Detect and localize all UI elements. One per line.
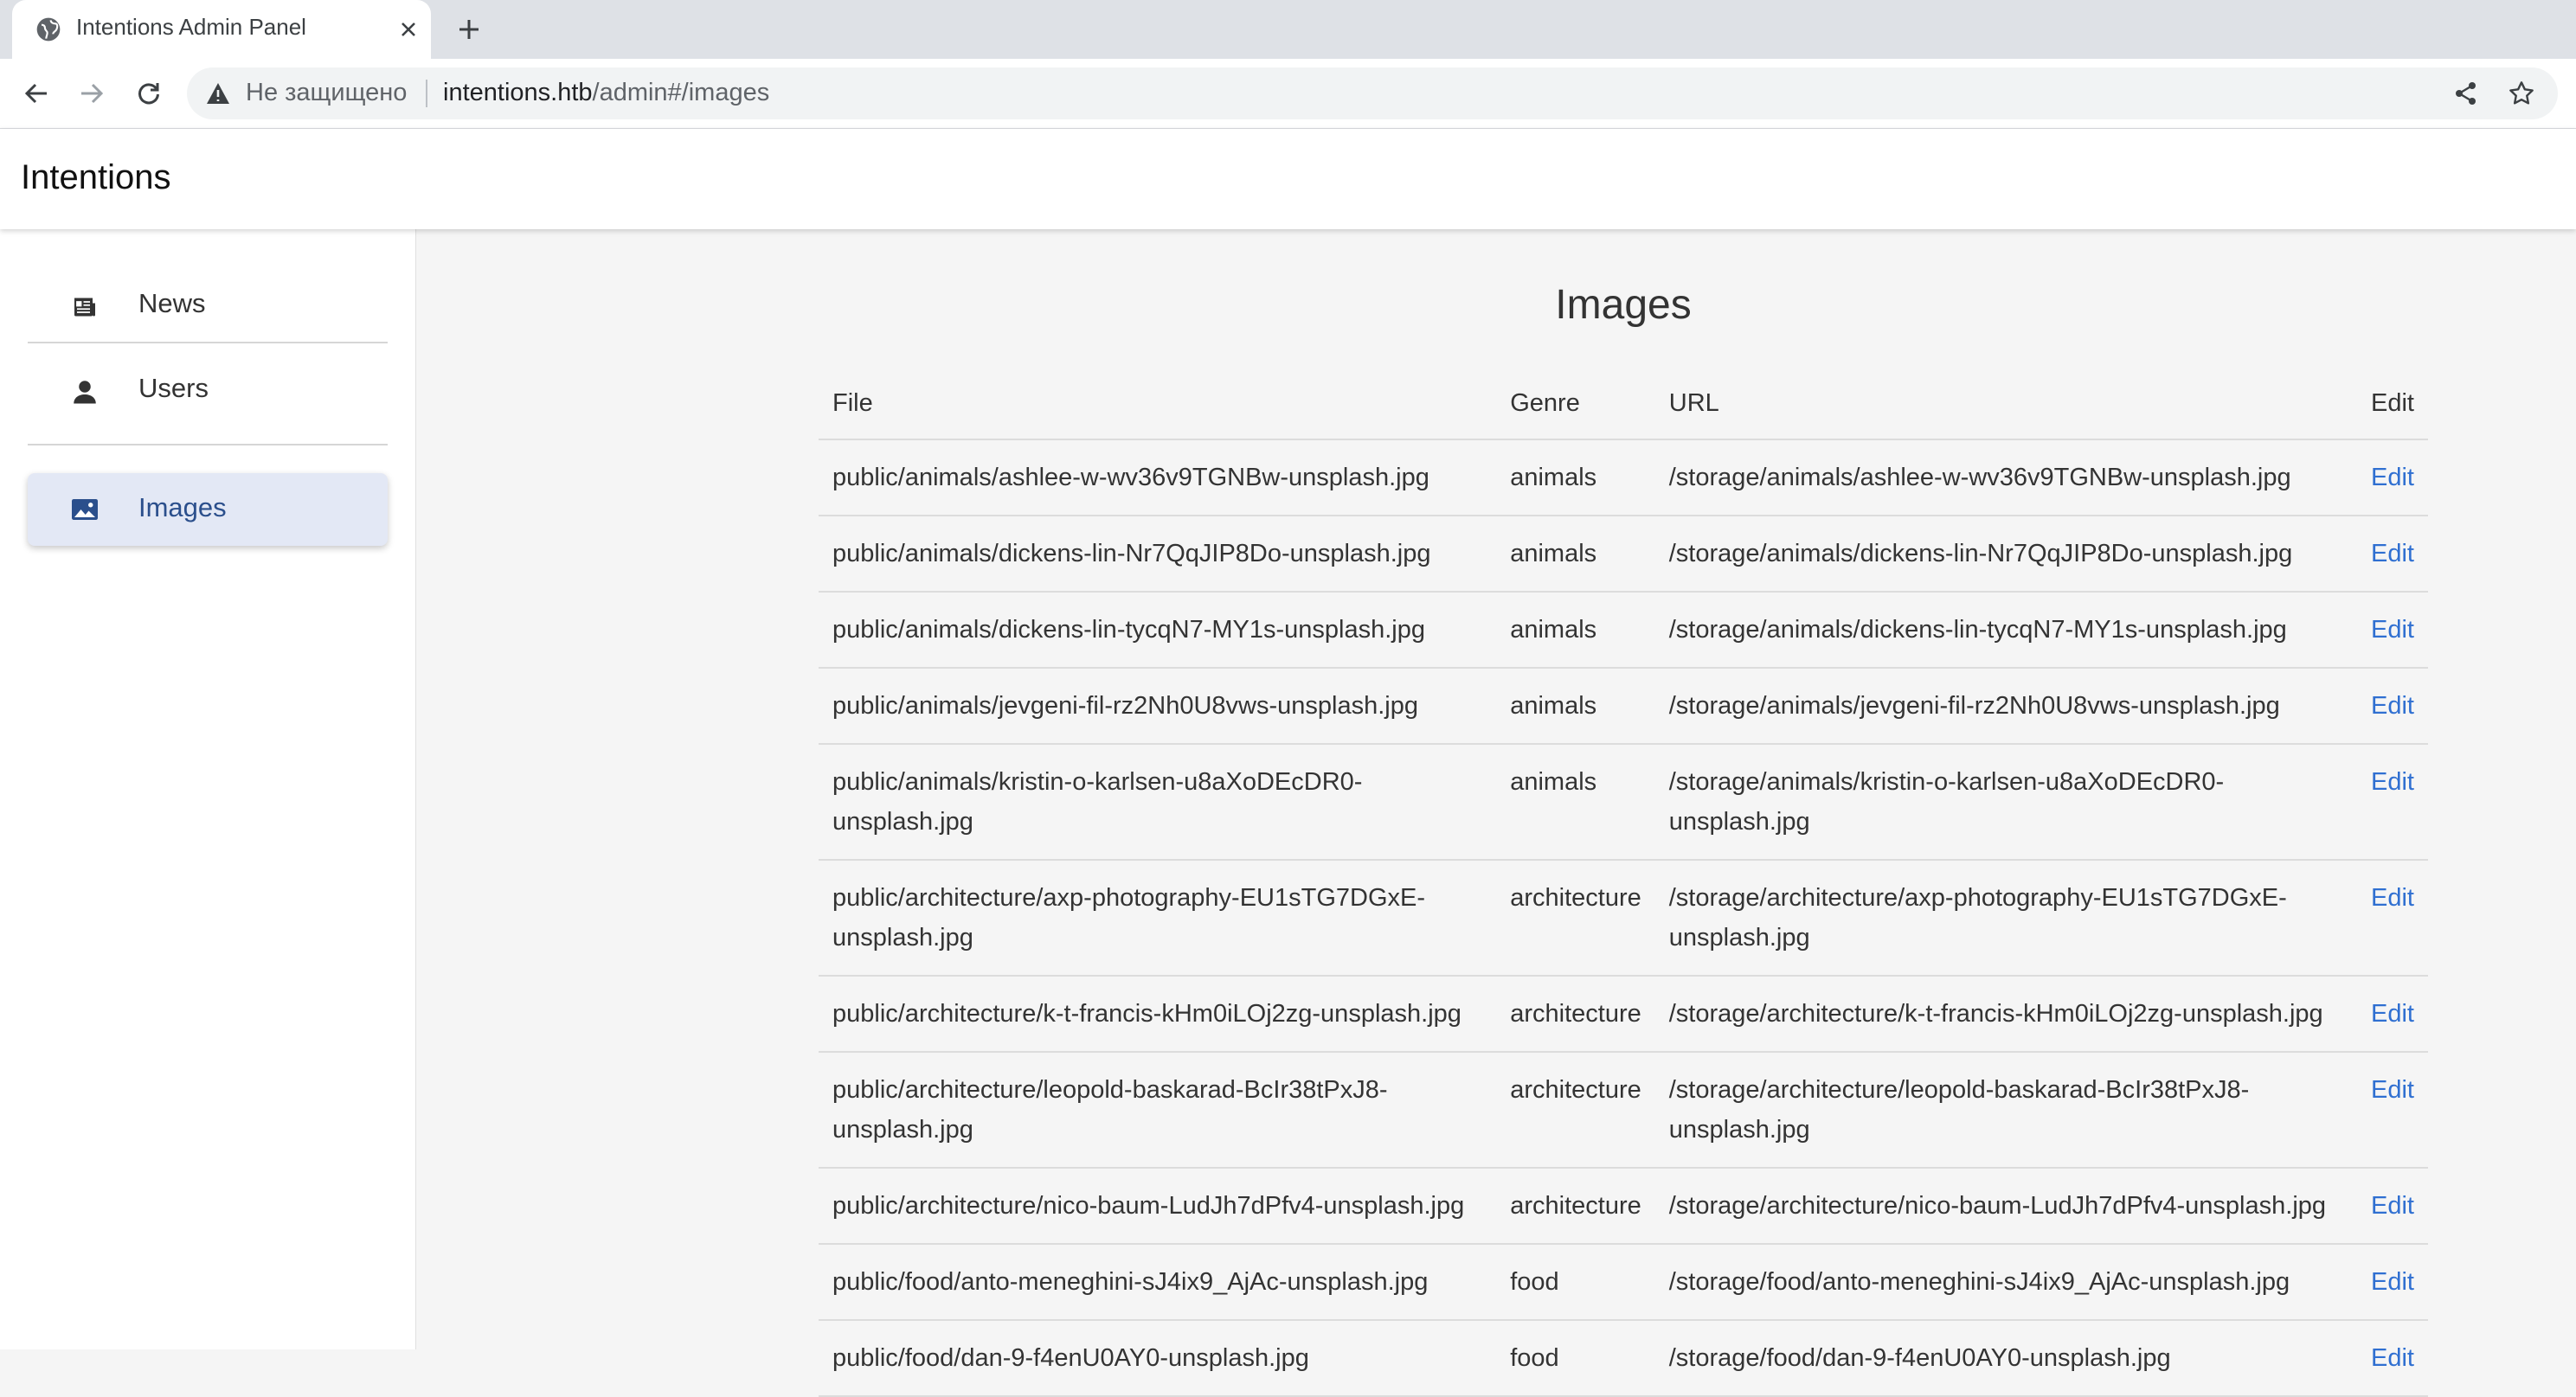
browser-tab[interactable]: Intentions Admin Panel xyxy=(12,0,431,59)
page-title: Images xyxy=(1555,282,1692,328)
edit-link[interactable]: Edit xyxy=(2371,1000,2414,1028)
genre-cell: food xyxy=(1496,1244,1655,1321)
sidebar-item-images[interactable]: Images xyxy=(28,473,388,546)
genre-cell: animals xyxy=(1496,668,1655,745)
edit-link[interactable]: Edit xyxy=(2371,692,2414,720)
images-table: File Genre URL Edit public/animals/ashle… xyxy=(819,368,2428,1397)
close-tab-icon[interactable] xyxy=(391,12,426,47)
table-row: public/animals/dickens-lin-tycqN7-MY1s-u… xyxy=(819,592,2428,669)
edit-link[interactable]: Edit xyxy=(2371,884,2414,912)
app-title: Intentions xyxy=(21,158,171,196)
file-cell: public/animals/ashlee-w-wv36v9TGNBw-unsp… xyxy=(819,439,1497,516)
file-cell: public/food/anto-meneghini-sJ4ix9_AjAc-u… xyxy=(819,1244,1497,1321)
edit-link[interactable]: Edit xyxy=(2371,1268,2414,1296)
sidebar-item-label: Users xyxy=(138,373,209,403)
table-row: public/animals/kristin-o-karlsen-u8aXoDE… xyxy=(819,744,2428,861)
sidebar-item-news[interactable]: News xyxy=(28,229,388,343)
table-row: public/animals/dickens-lin-Nr7QqJIP8Do-u… xyxy=(819,516,2428,593)
column-header-file: File xyxy=(819,368,1497,440)
newspaper-icon xyxy=(69,292,100,323)
url-path: /admin#/images xyxy=(592,79,770,106)
file-cell: public/animals/kristin-o-karlsen-u8aXoDE… xyxy=(819,744,1497,861)
edit-link[interactable]: Edit xyxy=(2371,540,2414,567)
edit-link[interactable]: Edit xyxy=(2371,768,2414,796)
genre-cell: food xyxy=(1496,1320,1655,1397)
file-cell: public/architecture/k-t-francis-kHm0iLOj… xyxy=(819,976,1497,1053)
url-cell: /storage/food/dan-9-f4enU0AY0-unsplash.j… xyxy=(1654,1320,2357,1397)
person-icon xyxy=(69,376,100,407)
genre-cell: animals xyxy=(1496,744,1655,861)
table-row: public/architecture/nico-baum-LudJh7dPfv… xyxy=(819,1168,2428,1245)
genre-cell: architecture xyxy=(1496,976,1655,1053)
genre-cell: architecture xyxy=(1496,860,1655,977)
url-host: intentions.htb xyxy=(443,79,593,106)
address-divider xyxy=(426,80,427,107)
file-cell: public/animals/jevgeni-fil-rz2Nh0U8vws-u… xyxy=(819,668,1497,745)
edit-link[interactable]: Edit xyxy=(2371,1192,2414,1220)
warning-icon[interactable] xyxy=(206,82,230,105)
globe-icon xyxy=(35,16,62,43)
tab-title: Intentions Admin Panel xyxy=(76,14,306,40)
file-cell: public/architecture/nico-baum-LudJh7dPfv… xyxy=(819,1168,1497,1245)
url-cell: /storage/architecture/k-t-francis-kHm0iL… xyxy=(1654,976,2357,1053)
back-arrow-icon[interactable] xyxy=(16,73,57,114)
url-cell: /storage/architecture/axp-photography-EU… xyxy=(1654,860,2357,977)
file-cell: public/architecture/axp-photography-EU1s… xyxy=(819,860,1497,977)
sidebar-item-users[interactable]: Users xyxy=(28,343,388,445)
genre-cell: architecture xyxy=(1496,1052,1655,1169)
sidebar-item-label: Images xyxy=(138,492,227,522)
browser-toolbar: Не защищено intentions.htb/admin#/images xyxy=(0,59,2576,129)
table-row: public/architecture/k-t-francis-kHm0iLOj… xyxy=(819,976,2428,1053)
sidebar: News Users Images xyxy=(0,229,416,1349)
url-cell: /storage/animals/ashlee-w-wv36v9TGNBw-un… xyxy=(1654,439,2357,516)
genre-cell: animals xyxy=(1496,439,1655,516)
file-cell: public/architecture/leopold-baskarad-BcI… xyxy=(819,1052,1497,1169)
edit-link[interactable]: Edit xyxy=(2371,616,2414,644)
url-cell: /storage/animals/dickens-lin-Nr7QqJIP8Do… xyxy=(1654,516,2357,593)
column-header-edit: Edit xyxy=(2356,368,2428,440)
url-cell: /storage/architecture/leopold-baskarad-B… xyxy=(1654,1052,2357,1169)
security-status[interactable]: Не защищено xyxy=(246,79,407,107)
table-row: public/architecture/leopold-baskarad-BcI… xyxy=(819,1052,2428,1169)
browser-tab-strip: Intentions Admin Panel xyxy=(0,0,2576,59)
url-cell: /storage/animals/kristin-o-karlsen-u8aXo… xyxy=(1654,744,2357,861)
table-row: public/food/dan-9-f4enU0AY0-unsplash.jpg… xyxy=(819,1320,2428,1397)
edit-link[interactable]: Edit xyxy=(2371,1076,2414,1104)
url-cell: /storage/food/anto-meneghini-sJ4ix9_AjAc… xyxy=(1654,1244,2357,1321)
share-icon[interactable] xyxy=(2451,78,2482,109)
new-tab-icon[interactable] xyxy=(450,10,488,48)
url-cell: /storage/animals/dickens-lin-tycqN7-MY1s… xyxy=(1654,592,2357,669)
column-header-url: URL xyxy=(1654,368,2357,440)
table-row: public/animals/jevgeni-fil-rz2Nh0U8vws-u… xyxy=(819,668,2428,745)
file-cell: public/food/dan-9-f4enU0AY0-unsplash.jpg xyxy=(819,1320,1497,1397)
file-cell: public/animals/dickens-lin-Nr7QqJIP8Do-u… xyxy=(819,516,1497,593)
url-cell: /storage/animals/jevgeni-fil-rz2Nh0U8vws… xyxy=(1654,668,2357,745)
bookmark-star-icon[interactable] xyxy=(2506,78,2537,109)
url-text[interactable]: intentions.htb/admin#/images xyxy=(443,79,769,107)
forward-arrow-icon[interactable] xyxy=(71,73,112,114)
edit-link[interactable]: Edit xyxy=(2371,1344,2414,1372)
table-header-row: File Genre URL Edit xyxy=(819,368,2428,440)
sidebar-item-label: News xyxy=(138,288,206,318)
image-icon xyxy=(69,494,100,525)
genre-cell: animals xyxy=(1496,516,1655,593)
table-row: public/architecture/axp-photography-EU1s… xyxy=(819,860,2428,977)
page-title-row: Images xyxy=(416,281,2576,329)
genre-cell: architecture xyxy=(1496,1168,1655,1245)
genre-cell: animals xyxy=(1496,592,1655,669)
edit-link[interactable]: Edit xyxy=(2371,464,2414,491)
app-header: Intentions xyxy=(0,129,2576,229)
main-content: Images File Genre URL Edit public/animal… xyxy=(416,229,2576,1397)
table-row: public/animals/ashlee-w-wv36v9TGNBw-unsp… xyxy=(819,439,2428,516)
url-cell: /storage/architecture/nico-baum-LudJh7dP… xyxy=(1654,1168,2357,1245)
column-header-genre: Genre xyxy=(1496,368,1655,440)
table-row: public/food/anto-meneghini-sJ4ix9_AjAc-u… xyxy=(819,1244,2428,1321)
file-cell: public/animals/dickens-lin-tycqN7-MY1s-u… xyxy=(819,592,1497,669)
address-bar[interactable]: Не защищено intentions.htb/admin#/images xyxy=(187,67,2558,119)
reload-icon[interactable] xyxy=(128,73,170,114)
